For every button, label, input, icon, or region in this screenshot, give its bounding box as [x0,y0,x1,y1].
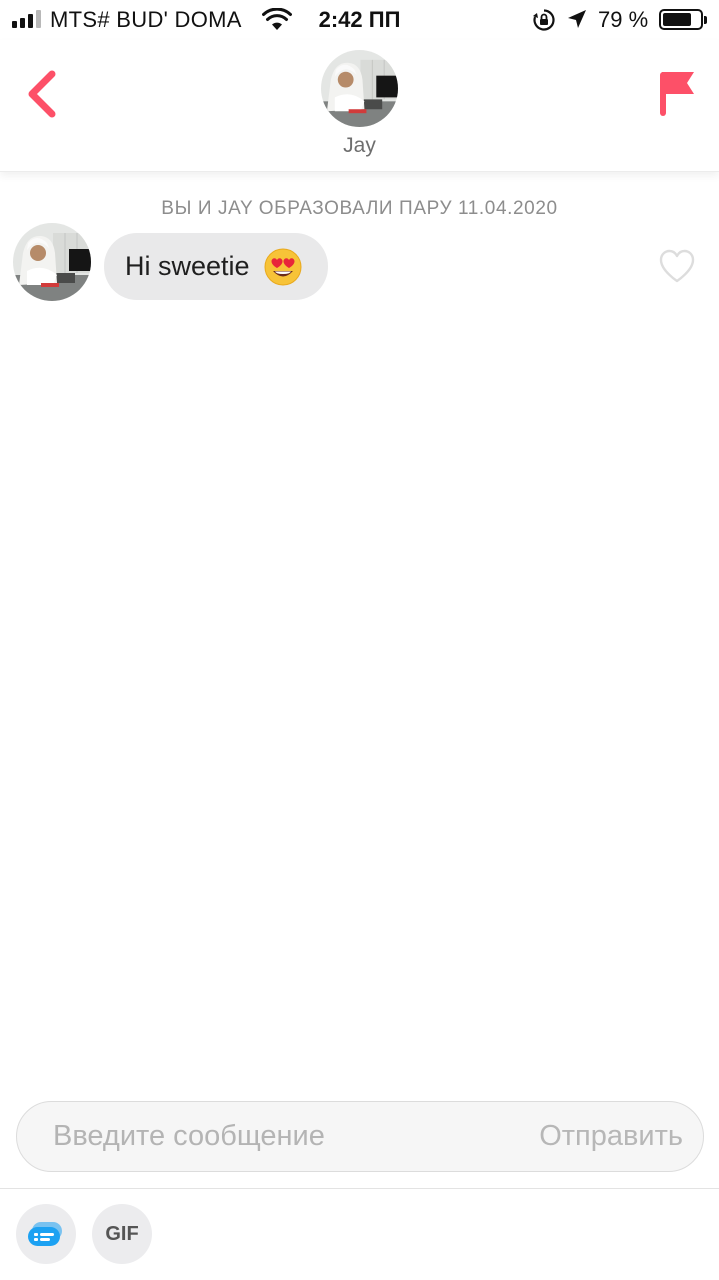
match-date-note: ВЫ И JAY ОБРАЗОВАЛИ ПАРУ 11.04.2020 [161,198,558,219]
heart-eyes-emoji-icon [264,248,302,286]
flag-icon [660,72,694,116]
contact-avatar[interactable] [321,50,398,127]
message-composer: Отправить [16,1101,704,1172]
sticker-icon [28,1222,62,1246]
report-flag-button[interactable] [652,68,700,124]
battery-percent: 79 % [598,7,649,32]
message-input[interactable] [53,1102,493,1171]
message-text: Hi sweetie [125,251,250,281]
status-bar: MTS# BUD' DOMA 2:42 ПП 79 % [0,0,719,40]
toolbar-divider [0,1188,719,1189]
message-sender-avatar[interactable] [13,223,91,301]
battery-icon [659,9,707,30]
heart-icon [659,249,695,283]
avatar-photo [321,50,398,127]
sticker-button[interactable] [16,1204,76,1264]
chat-header: Jay [0,40,719,172]
send-button[interactable]: Отправить [539,1102,683,1171]
like-message-button[interactable] [658,248,696,284]
back-button[interactable] [22,68,66,120]
battery-fill [663,13,692,26]
back-chevron-icon [28,70,56,118]
message-bubble[interactable]: Hi sweetie [104,233,328,300]
avatar-photo [13,223,91,301]
location-arrow-icon [566,8,588,36]
gif-button[interactable]: GIF [92,1204,152,1264]
rotation-lock-icon [532,8,556,38]
contact-name: Jay [343,134,376,157]
